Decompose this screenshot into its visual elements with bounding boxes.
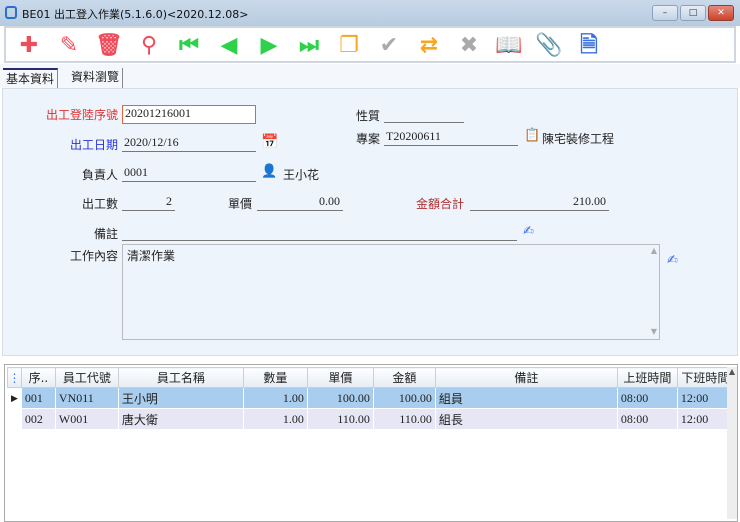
nature-label: 性質: [355, 109, 380, 123]
owner-label: 負責人: [81, 168, 118, 182]
new-icon[interactable]: ✚: [14, 32, 44, 60]
user-icon[interactable]: 👤: [261, 164, 277, 179]
copy-icon[interactable]: ❐: [334, 32, 364, 60]
col-note[interactable]: 備註: [434, 367, 618, 388]
price-label: 單價: [227, 197, 252, 211]
note-label: 備註: [93, 227, 118, 241]
project-input[interactable]: T20200611: [384, 129, 518, 146]
app-icon: [5, 6, 17, 19]
cell-price[interactable]: 110.00: [306, 408, 374, 430]
cell-amount[interactable]: 100.00: [372, 387, 436, 409]
cell-seq[interactable]: 001: [20, 387, 56, 409]
date-label: 出工日期: [69, 138, 118, 152]
toolbar: ✚ ✎ 🗑 ⚲ ⏮ ◀ ▶ ⏭ ❐ ✔ ⇄ ✖ 📖 📎 🗎: [4, 26, 736, 63]
cell-end[interactable]: 12:00: [676, 387, 734, 409]
total-label: 金額合計: [415, 197, 464, 211]
edit-note-icon[interactable]: ✍: [523, 224, 534, 239]
table-row[interactable]: 002 W001 唐大衛 1.00 110.00 110.00 組長 08:00…: [7, 408, 734, 430]
serial-label: 出工登陸序號: [45, 108, 118, 122]
cell-emp-code[interactable]: VN011: [54, 387, 119, 409]
grid-scrollbar[interactable]: ▲: [727, 367, 737, 519]
project-name: 陳宅裝修工程: [542, 132, 615, 146]
col-emp-name[interactable]: 員工名稱: [117, 367, 244, 388]
calendar-icon[interactable]: 📅: [261, 134, 278, 150]
row-pointer-icon: ▶: [7, 387, 22, 409]
cell-emp-name[interactable]: 唐大衛: [117, 408, 244, 430]
price-input[interactable]: 0.00: [257, 194, 343, 211]
confirm-icon[interactable]: ✔: [374, 32, 404, 60]
cell-qty[interactable]: 1.00: [242, 387, 308, 409]
col-price[interactable]: 單價: [306, 367, 374, 388]
edit-icon[interactable]: ✎: [54, 32, 84, 60]
total-input: 210.00: [470, 194, 609, 211]
count-input[interactable]: 2: [122, 194, 175, 211]
first-icon[interactable]: ⏮: [174, 32, 204, 60]
title-bar: BE01 出工登入作業(5.1.6.0)<2020.12.08> – □ ✕: [0, 0, 740, 26]
note-input[interactable]: [122, 224, 517, 241]
row-indicator: [7, 408, 22, 430]
cell-amount[interactable]: 110.00: [372, 408, 436, 430]
edit-content-icon[interactable]: ✍: [667, 253, 678, 268]
col-emp-code[interactable]: 員工代號: [54, 367, 119, 388]
cell-emp-name[interactable]: 王小明: [117, 387, 244, 409]
refresh-icon[interactable]: ⇄: [414, 32, 444, 60]
content-textarea[interactable]: 清潔作業: [122, 244, 660, 340]
close-button[interactable]: ✕: [708, 5, 734, 21]
content-label: 工作內容: [69, 249, 118, 263]
window-title: BE01 出工登入作業(5.1.6.0)<2020.12.08>: [22, 8, 249, 21]
delete-icon[interactable]: 🗑: [94, 32, 124, 60]
table-row[interactable]: ▶ 001 VN011 王小明 1.00 100.00 100.00 組員 08…: [7, 387, 734, 409]
content-scrollbar[interactable]: ▲ ▼: [649, 246, 659, 338]
owner-name: 王小花: [283, 168, 320, 182]
nature-input[interactable]: [384, 106, 464, 123]
col-qty[interactable]: 數量: [242, 367, 308, 388]
next-icon[interactable]: ▶: [254, 32, 284, 60]
count-label: 出工數: [81, 197, 118, 211]
serial-input[interactable]: 20201216001: [122, 105, 256, 124]
search-icon[interactable]: ⚲: [134, 32, 164, 60]
cell-emp-code[interactable]: W001: [54, 408, 119, 430]
project-label: 專案: [355, 132, 380, 146]
cell-start[interactable]: 08:00: [616, 387, 678, 409]
tab-bar: 基本資料 資料瀏覽: [0, 64, 740, 88]
last-icon[interactable]: ⏭: [294, 32, 324, 60]
col-end[interactable]: 下班時間: [676, 367, 734, 388]
cell-note[interactable]: 組長: [434, 408, 618, 430]
date-input[interactable]: 2020/12/16: [122, 135, 256, 152]
cell-note[interactable]: 組員: [434, 387, 618, 409]
grid-header: ⋮ 序.. 員工代號 員工名稱 數量 單價 金額 備註 上班時間 下班時間: [7, 367, 734, 388]
prev-icon[interactable]: ◀: [214, 32, 244, 60]
col-start[interactable]: 上班時間: [616, 367, 678, 388]
cancel-icon[interactable]: ✖: [454, 32, 484, 60]
book-icon[interactable]: 📖: [494, 32, 524, 60]
attach-icon[interactable]: 📎: [534, 32, 564, 60]
tab-browse[interactable]: 資料瀏覽: [68, 68, 124, 88]
cell-end[interactable]: 12:00: [676, 408, 734, 430]
cell-price[interactable]: 100.00: [306, 387, 374, 409]
export-xls-icon[interactable]: 🗎: [574, 32, 604, 60]
cell-start[interactable]: 08:00: [616, 408, 678, 430]
tab-basic-info[interactable]: 基本資料: [3, 68, 59, 88]
clipboard-icon[interactable]: 📋: [524, 128, 540, 143]
cell-seq[interactable]: 002: [20, 408, 56, 430]
col-amount[interactable]: 金額: [372, 367, 436, 388]
maximize-button[interactable]: □: [680, 5, 706, 21]
minimize-button[interactable]: –: [652, 5, 678, 21]
column-chooser-icon[interactable]: ⋮: [7, 367, 22, 388]
col-seq[interactable]: 序..: [20, 367, 56, 388]
owner-input[interactable]: 0001: [122, 165, 256, 182]
employee-grid: ⋮ 序.. 員工代號 員工名稱 數量 單價 金額 備註 上班時間 下班時間 ▶ …: [4, 364, 738, 522]
cell-qty[interactable]: 1.00: [242, 408, 308, 430]
